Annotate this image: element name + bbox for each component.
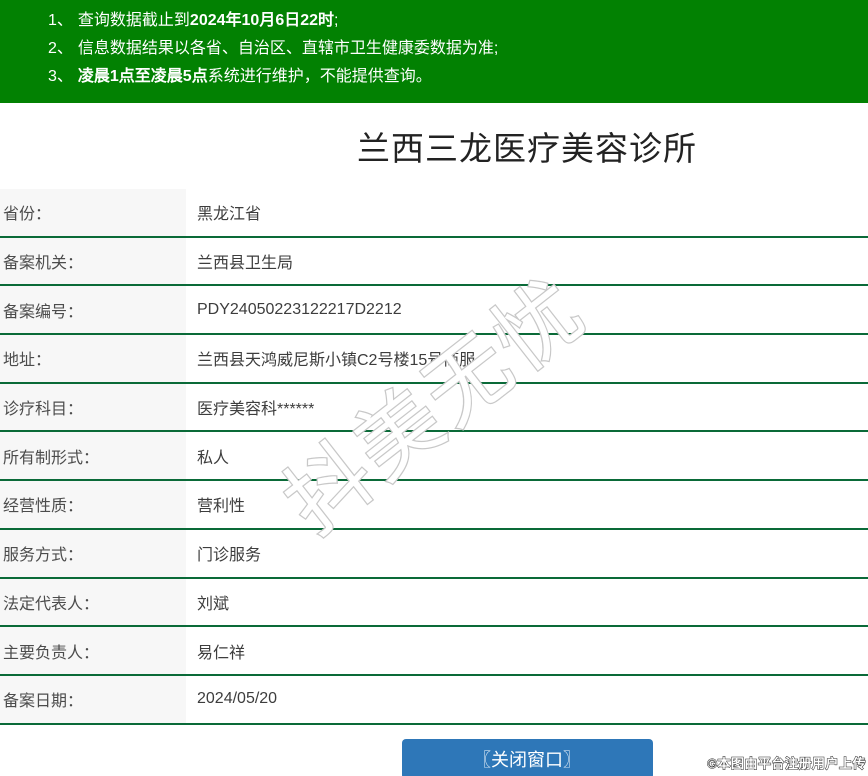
table-row: 备案日期： 2024/05/20 [0, 675, 868, 725]
row-label: 服务方式： [0, 529, 186, 577]
table-row: 备案机关： 兰西县卫生局 [0, 237, 868, 287]
row-label: 备案机关： [0, 237, 186, 285]
notice-text: 信息数据结果以各省、自治区、直辖市卫生健康委数据为准; [77, 40, 499, 57]
table-row: 法定代表人： 刘斌 [0, 578, 868, 628]
table-row: 诊疗科目： 医疗美容科****** [0, 383, 868, 433]
notice-number: 1、 [48, 12, 73, 29]
notice-banner: 1、 查询数据截止到2024年10月6日22时; 2、 信息数据结果以各省、自治区、… [0, 0, 868, 103]
table-row: 所有制形式： 私人 [0, 432, 868, 482]
row-value: 营利性 [197, 498, 246, 516]
row-label: 省份： [0, 189, 186, 236]
notice-line: 2、 信息数据结果以各省、自治区、直辖市卫生健康委数据为准; [48, 35, 858, 63]
notice-number: 2、 [48, 40, 73, 57]
close-window-button[interactable]: 〖关闭窗口〗 [401, 738, 653, 776]
notice-text-bold: 2024年10月6日22时 [189, 12, 335, 29]
notice-text: 查询数据截止到 [77, 12, 190, 29]
row-value: 刘斌 [197, 595, 230, 613]
row-label: 法定代表人： [0, 578, 186, 626]
row-label: 主要负责人： [0, 627, 186, 674]
row-value: 门诊服务 [197, 547, 262, 565]
row-value: 2024/05/20 [197, 690, 278, 708]
table-row: 服务方式： 门诊服务 [0, 529, 868, 579]
upload-credit-watermark: ©本图由平台注册用户上传 [707, 756, 866, 772]
notice-line: 1、 查询数据截止到2024年10月6日22时; [48, 7, 858, 35]
notice-text: ; [334, 12, 339, 29]
title-area: 兰西三龙医疗美容诊所 [0, 103, 868, 189]
table-row: 主要负责人： 易仁祥 [0, 627, 868, 676]
row-value: 医疗美容科****** [197, 401, 315, 419]
notice-line: 3、 凌晨1点至凌晨5点系统进行维护，不能提供查询。 [48, 63, 858, 91]
row-value: 黑龙江省 [197, 206, 262, 224]
row-value: 兰西县卫生局 [197, 255, 294, 273]
row-value: 易仁祥 [197, 644, 246, 662]
row-label: 所有制形式： [0, 432, 186, 480]
table-row: 省份： 黑龙江省 [0, 189, 868, 238]
row-value: PDY24050223122217D2212 [197, 300, 402, 318]
notice-text-bold: 凌晨1点至凌晨5点 [77, 68, 208, 85]
table-row: 经营性质： 营利性 [0, 481, 868, 530]
row-label: 备案编号： [0, 286, 186, 334]
notice-number: 3、 [48, 68, 73, 85]
notice-text: 系统进行维护，不能提供查询。 [207, 68, 432, 85]
row-value: 兰西县天鸿威尼斯小镇C2号楼15号商服 [197, 352, 476, 370]
row-label: 备案日期： [0, 675, 186, 723]
table-row: 地址： 兰西县天鸿威尼斯小镇C2号楼15号商服 [0, 335, 868, 384]
row-label: 地址： [0, 335, 186, 382]
page-title: 兰西三龙医疗美容诊所 [357, 130, 697, 167]
query-result-page: 1、 查询数据截止到2024年10月6日22时; 2、 信息数据结果以各省、自治区、… [0, 0, 868, 776]
row-label: 诊疗科目： [0, 383, 186, 431]
record-table: 省份： 黑龙江省 备案机关： 兰西县卫生局 备案编号： PDY240502231222… [0, 189, 868, 725]
table-row: 备案编号： PDY24050223122217D2212 [0, 286, 868, 336]
row-value: 私人 [197, 449, 230, 467]
row-label: 经营性质： [0, 481, 186, 528]
